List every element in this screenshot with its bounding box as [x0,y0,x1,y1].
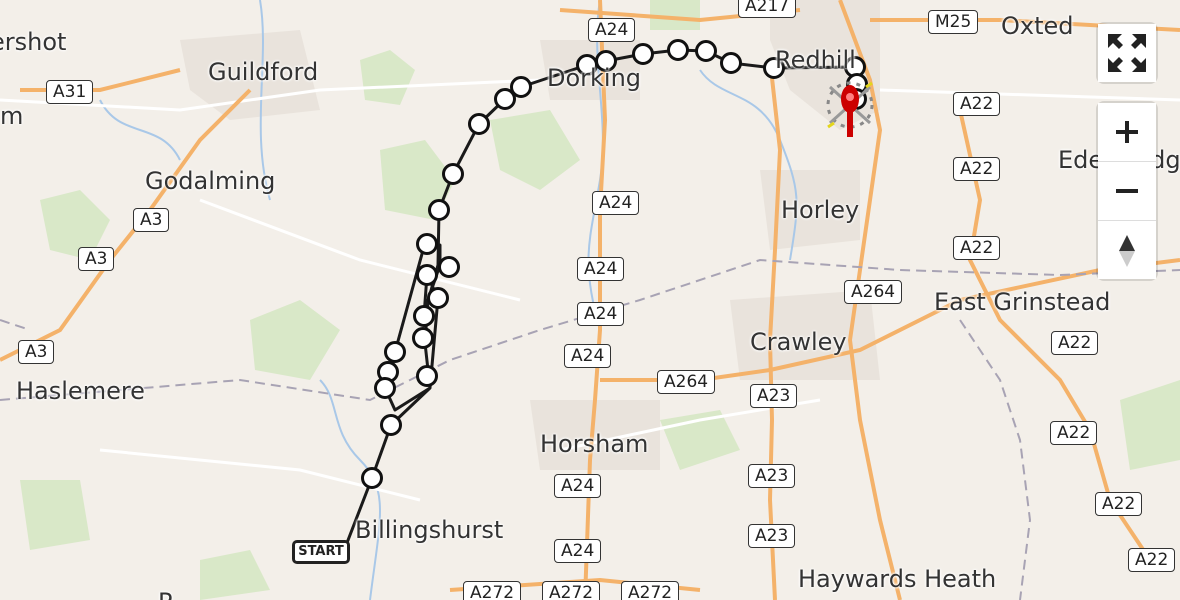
route-waypoint[interactable] [412,327,434,349]
road-shield: A22 [953,92,1001,116]
plus-icon [1116,121,1138,143]
route-waypoint[interactable] [667,39,689,61]
place-label: Billingshurst [355,516,504,544]
route-waypoint[interactable] [428,199,450,221]
zoom-out-button[interactable] [1098,162,1156,220]
route-waypoint[interactable] [695,40,717,62]
road-shield: A217 [738,0,797,18]
compass-icon [1119,235,1135,267]
road-shield: A24 [564,344,612,368]
road-shield: A23 [750,384,798,408]
minus-icon [1116,189,1138,193]
route-waypoint[interactable] [384,341,406,363]
road-shield: A24 [588,18,636,42]
road-shield: A272 [542,581,601,600]
road-shield: A264 [657,370,716,394]
road-shield: A3 [18,340,55,364]
road-shield: A22 [1051,331,1099,355]
route-waypoint[interactable] [416,264,438,286]
road-shield: A24 [577,257,625,281]
route-waypoint[interactable] [438,256,460,278]
road-shield: A23 [748,464,796,488]
road-shield: A24 [554,539,602,563]
place-label: P [158,588,172,600]
zoom-controls [1098,103,1156,279]
place-label: Crawley [750,328,847,356]
place-label: Redhill [775,46,856,74]
road-shield: A23 [748,524,796,548]
road-shield: M25 [928,10,979,34]
fullscreen-button[interactable] [1098,24,1156,82]
place-label: Guildford [208,58,319,86]
place-label: Horsham [540,430,649,458]
place-label: Haywards Heath [798,565,997,593]
route-waypoint[interactable] [427,287,449,309]
road-shield: A3 [133,208,170,232]
route-waypoint[interactable] [468,113,490,135]
road-shield: A24 [577,302,625,326]
place-label: Horley [781,196,860,224]
route-waypoint[interactable] [380,414,402,436]
route-waypoint[interactable] [374,377,396,399]
route-waypoint[interactable] [413,305,435,327]
map-view[interactable]: ershot Guildford m Godalming Haslemere B… [0,0,1180,600]
road-shield: A272 [621,581,680,600]
route-waypoint[interactable] [720,52,742,74]
place-label: Dorking [547,64,642,92]
road-shield: A22 [1128,548,1176,572]
road-shield: A272 [463,581,522,600]
place-label: Oxted [1001,12,1074,40]
road-shield: A22 [953,236,1001,260]
road-shield: A24 [592,191,640,215]
route-waypoint[interactable] [510,76,532,98]
place-label: m [0,102,24,130]
place-label: ershot [0,28,67,56]
place-label: East Grinstead [934,288,1111,316]
reset-north-button[interactable] [1098,221,1156,279]
road-shield: A22 [953,157,1001,181]
place-label: Haslemere [16,377,145,405]
road-shield: A264 [844,280,903,304]
road-shield: A3 [78,247,115,271]
route-waypoint[interactable] [442,163,464,185]
fullscreen-icon [1108,34,1146,72]
route-waypoint[interactable] [632,43,654,65]
route-waypoint[interactable] [416,365,438,387]
zoom-in-button[interactable] [1098,103,1156,161]
destination-marker[interactable] [826,81,874,137]
road-shield: A22 [1050,421,1098,445]
road-shield: A24 [554,474,602,498]
road-shield: A22 [1095,492,1143,516]
route-waypoint[interactable] [361,467,383,489]
fullscreen-control [1098,24,1156,82]
place-label: Godalming [145,167,276,195]
route-start-label: START [292,540,350,564]
route-waypoint[interactable] [416,233,438,255]
road-shield: A31 [46,80,94,104]
